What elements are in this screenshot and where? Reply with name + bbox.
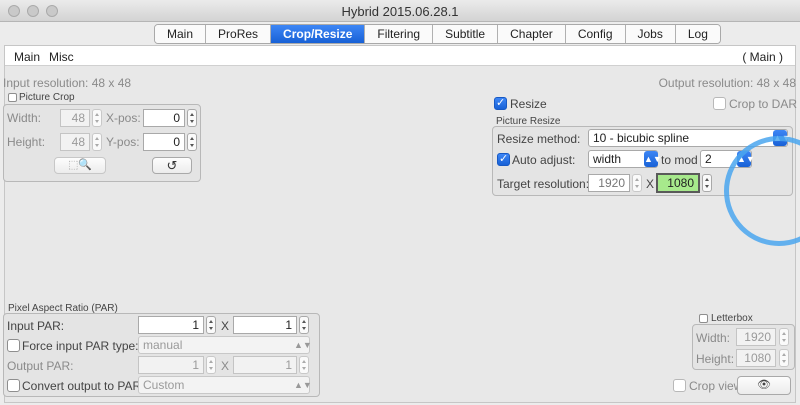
crop-xpos-field[interactable]: 0 (143, 109, 185, 127)
input-par-b-field[interactable]: 1 (233, 316, 297, 334)
convert-par-checkbox[interactable] (7, 379, 20, 392)
input-par-x-label: X (221, 319, 230, 333)
crop-view-button[interactable]: 👁 (737, 376, 791, 395)
auto-adjust-value: width (593, 152, 622, 166)
letterbox-label: Letterbox (711, 313, 753, 324)
letterbox-height-stepper[interactable] (779, 349, 789, 367)
target-width-field[interactable]: 1920 (588, 174, 630, 192)
force-par-chevron-icon: ▲▼ (294, 340, 312, 350)
crop-to-dar-label: Crop to DAR (729, 97, 798, 111)
tab-jobs[interactable]: Jobs (625, 25, 676, 43)
auto-adjust-label: Auto adjust: (512, 153, 576, 167)
input-par-b-stepper[interactable] (299, 316, 309, 334)
crop-view-checkbox[interactable] (673, 379, 686, 392)
convert-par-value: Custom (143, 378, 185, 392)
picture-crop-checkbox[interactable] (8, 93, 17, 102)
convert-par-select[interactable]: Custom (138, 376, 310, 394)
output-par-a-field[interactable]: 1 (138, 356, 204, 374)
letterbox-height-field[interactable]: 1080 (736, 349, 776, 367)
eye-icon: 👁 (757, 379, 771, 391)
tab-log[interactable]: Log (675, 25, 720, 43)
force-par-label: Force input PAR type: (22, 339, 139, 353)
target-x-label: X (646, 177, 655, 191)
crop-xpos-stepper[interactable] (187, 109, 197, 127)
window-title: Hybrid 2015.06.28.1 (341, 4, 459, 19)
crop-ypos-field[interactable]: 0 (143, 133, 185, 151)
crop-height-stepper[interactable] (92, 133, 102, 151)
tab-prores[interactable]: ProRes (206, 25, 272, 43)
picture-crop-label: Picture Crop (19, 92, 75, 103)
reset-crop-button[interactable]: ↺ (152, 157, 192, 174)
crop-width-label: Width: (7, 111, 42, 125)
output-par-a-stepper[interactable] (206, 356, 216, 374)
convert-par-label: Convert output to PAR: (22, 379, 145, 393)
input-par-a-field[interactable]: 1 (138, 316, 204, 334)
output-par-b-stepper[interactable] (299, 356, 309, 374)
target-resolution-label: Target resolution: (497, 177, 590, 191)
crop-height-label: Height: (7, 135, 46, 149)
input-resolution: Input resolution: 48 x 48 (3, 76, 132, 90)
resize-method-label: Resize method: (497, 132, 581, 146)
crop-width-stepper[interactable] (92, 109, 102, 127)
tab-filtering[interactable]: Filtering (365, 25, 434, 43)
crop-ypos-label: Y-pos: (106, 135, 140, 149)
tab-main[interactable]: Main (155, 25, 207, 43)
sub-tab-bar: Main Misc ( Main ) (5, 46, 795, 66)
letterbox-width-stepper[interactable] (779, 328, 789, 346)
main-tab-bar: Main ProRes Crop/Resize Filtering Subtit… (154, 24, 721, 44)
auto-crop-icon: ⬚🔍 (67, 159, 93, 171)
auto-crop-button[interactable]: ⬚🔍 (54, 157, 106, 174)
auto-adjust-chevron-icon: ▲▼ (644, 151, 662, 167)
tab-crop-resize[interactable]: Crop/Resize (271, 25, 366, 43)
output-resolution: Output resolution: 48 x 48 (658, 76, 796, 90)
tab-subtitle[interactable]: Subtitle (433, 25, 499, 43)
letterbox-checkbox[interactable] (699, 314, 708, 323)
convert-par-chevron-icon: ▲▼ (294, 380, 312, 390)
crop-width-field[interactable]: 48 (60, 109, 90, 127)
subtab-misc[interactable]: Misc (49, 50, 74, 64)
input-par-a-stepper[interactable] (206, 316, 216, 334)
target-height-stepper[interactable] (702, 174, 712, 192)
undo-icon: ↺ (166, 158, 178, 173)
subtab-main[interactable]: Main (14, 50, 40, 64)
input-par-label: Input PAR: (7, 319, 65, 333)
letterbox-height-label: Height: (696, 352, 735, 366)
crop-view-label: Crop view (689, 379, 743, 393)
output-par-label: Output PAR: (7, 359, 74, 373)
force-par-select[interactable]: manual (138, 336, 310, 354)
tab-chapter[interactable]: Chapter (498, 25, 566, 43)
letterbox-width-field[interactable]: 1920 (736, 328, 776, 346)
to-mod-label: to mod (661, 153, 698, 167)
target-width-stepper[interactable] (632, 174, 642, 192)
profile-tag: ( Main ) (742, 50, 783, 64)
force-par-value: manual (143, 338, 183, 352)
crop-height-field[interactable]: 48 (60, 133, 90, 151)
crop-ypos-stepper[interactable] (187, 133, 197, 151)
force-par-checkbox[interactable] (7, 339, 20, 352)
letterbox-width-label: Width: (696, 331, 731, 345)
target-height-field[interactable]: 1080 (656, 173, 700, 193)
output-par-b-field[interactable]: 1 (233, 356, 297, 374)
auto-adjust-checkbox[interactable] (497, 152, 510, 166)
crop-xpos-label: X-pos: (106, 111, 141, 125)
resize-method-value: 10 - bicubic spline (593, 131, 690, 145)
output-par-x-label: X (221, 359, 230, 373)
resize-checkbox[interactable] (494, 96, 507, 110)
mod-value: 2 (705, 152, 712, 166)
crop-to-dar-checkbox[interactable] (713, 97, 726, 110)
tab-config[interactable]: Config (565, 25, 626, 43)
resize-label: Resize (510, 97, 547, 111)
